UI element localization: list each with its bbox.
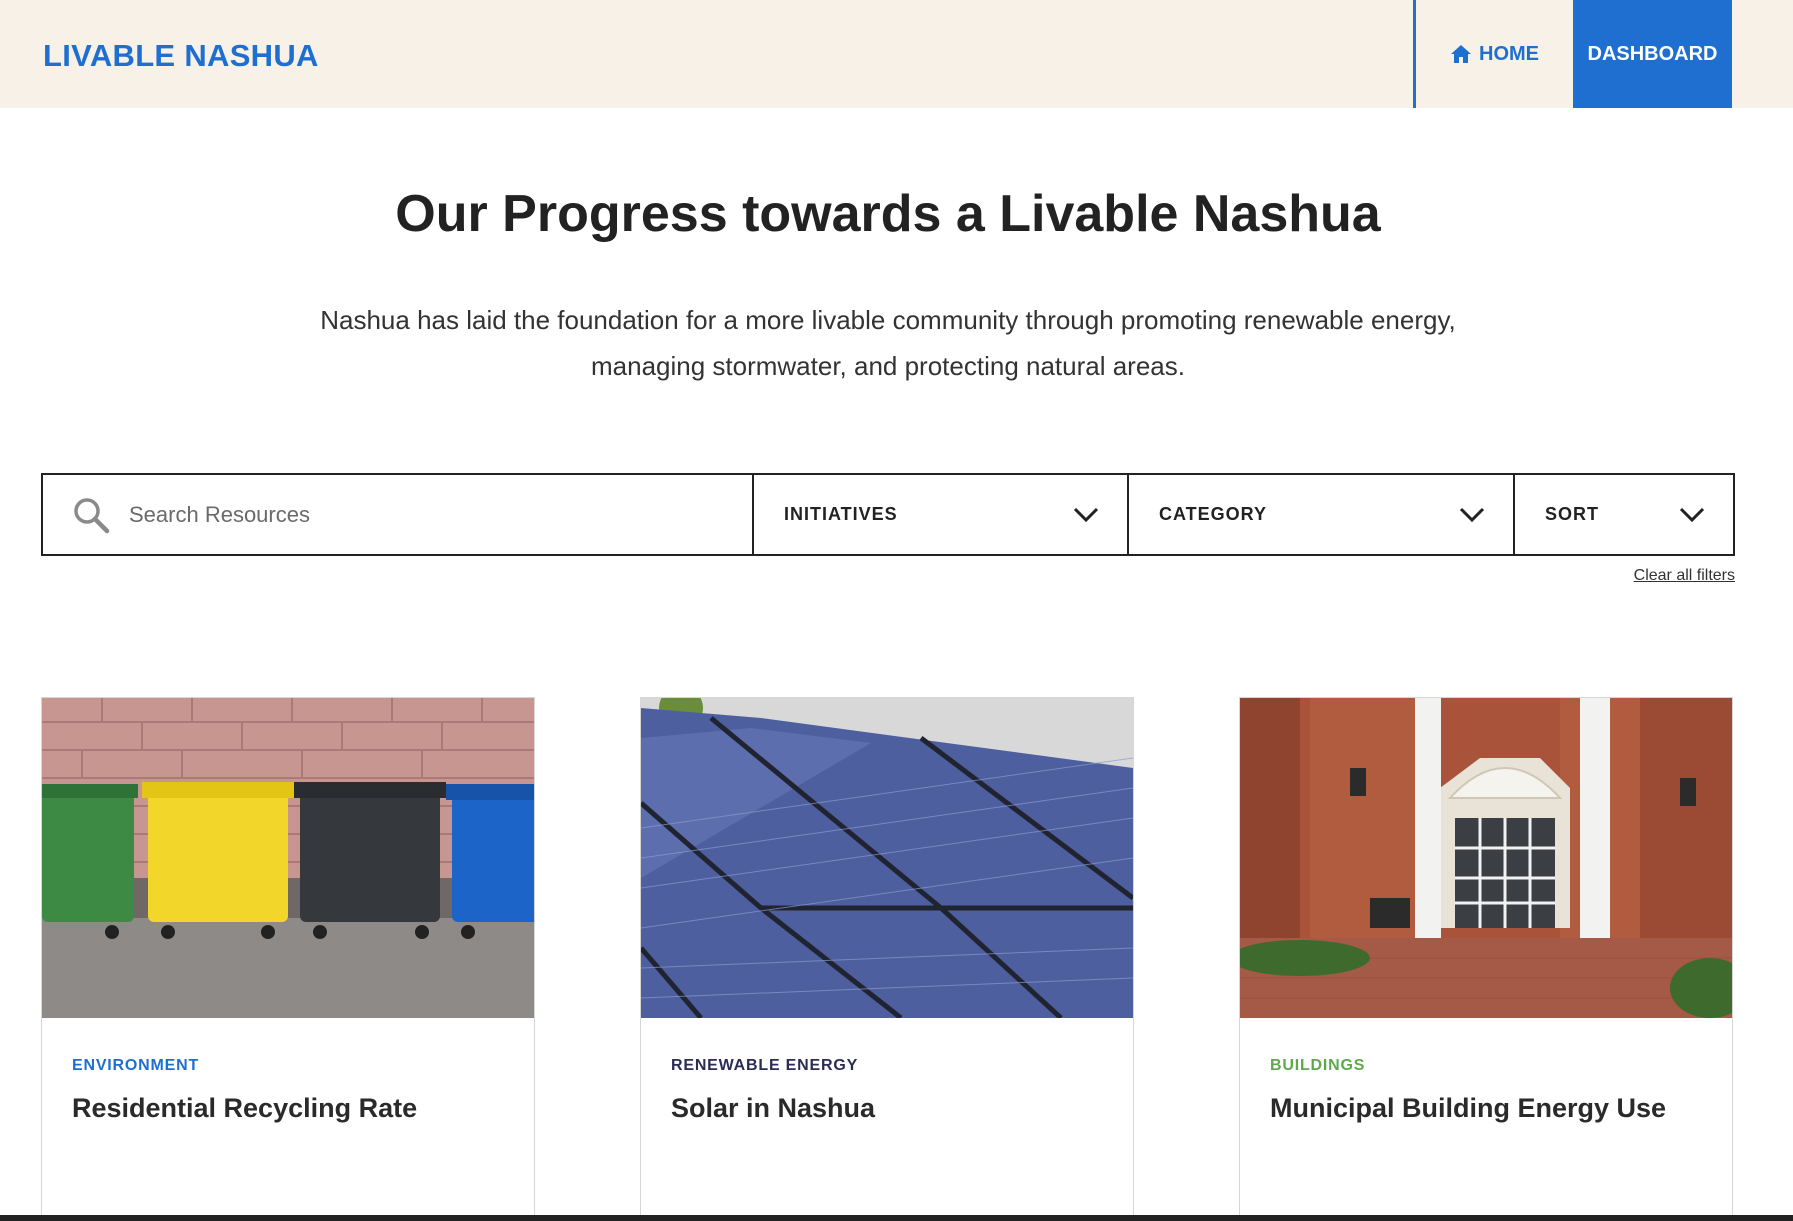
chevron-down-icon: [1459, 507, 1485, 522]
nav-home-label: HOME: [1479, 42, 1539, 65]
solar-panels-image: [641, 698, 1133, 1018]
nav-divider: [1413, 0, 1416, 108]
search-box: [43, 475, 754, 554]
card-category: ENVIRONMENT: [72, 1057, 200, 1074]
top-navigation-bar: LIVABLE NASHUA HOME DASHBOARD: [0, 0, 1793, 108]
chevron-down-icon: [1679, 507, 1705, 522]
site-logo-text[interactable]: LIVABLE NASHUA: [43, 38, 319, 74]
nav-home-link[interactable]: HOME: [1449, 0, 1539, 108]
sort-dropdown[interactable]: SORT: [1515, 475, 1733, 554]
card-title[interactable]: Municipal Building Energy Use: [1270, 1093, 1666, 1124]
initiatives-dropdown[interactable]: INITIATIVES: [754, 475, 1129, 554]
bottom-edge-bar: [0, 1215, 1793, 1221]
card-category: RENEWABLE ENERGY: [671, 1057, 859, 1074]
resource-card[interactable]: ENVIRONMENT Residential Recycling Rate: [41, 697, 535, 1221]
category-dropdown[interactable]: CATEGORY: [1129, 475, 1515, 554]
search-input[interactable]: [129, 501, 729, 528]
recycling-bins-image: [42, 698, 534, 1018]
resource-card[interactable]: RENEWABLE ENERGY Solar in Nashua: [640, 697, 1134, 1221]
sort-dropdown-label: SORT: [1545, 504, 1600, 524]
card-title[interactable]: Residential Recycling Rate: [72, 1093, 417, 1124]
clear-filters-link[interactable]: Clear all filters: [1500, 567, 1735, 585]
card-title[interactable]: Solar in Nashua: [671, 1093, 875, 1124]
page-title: Our Progress towards a Livable Nashua: [395, 185, 1381, 243]
category-dropdown-label: CATEGORY: [1159, 504, 1268, 524]
resource-card[interactable]: BUILDINGS Municipal Building Energy Use: [1239, 697, 1733, 1221]
search-icon: [74, 497, 110, 533]
municipal-building-image: [1240, 698, 1732, 1018]
intro-paragraph: Nashua has laid the foundation for a mor…: [320, 305, 1456, 381]
nav-dashboard-link[interactable]: DASHBOARD: [1573, 0, 1732, 108]
filter-bar: INITIATIVES CATEGORY SORT: [41, 473, 1735, 556]
home-icon: [1451, 45, 1471, 63]
initiatives-dropdown-label: INITIATIVES: [784, 504, 898, 524]
card-category: BUILDINGS: [1270, 1057, 1366, 1074]
chevron-down-icon: [1073, 507, 1099, 522]
